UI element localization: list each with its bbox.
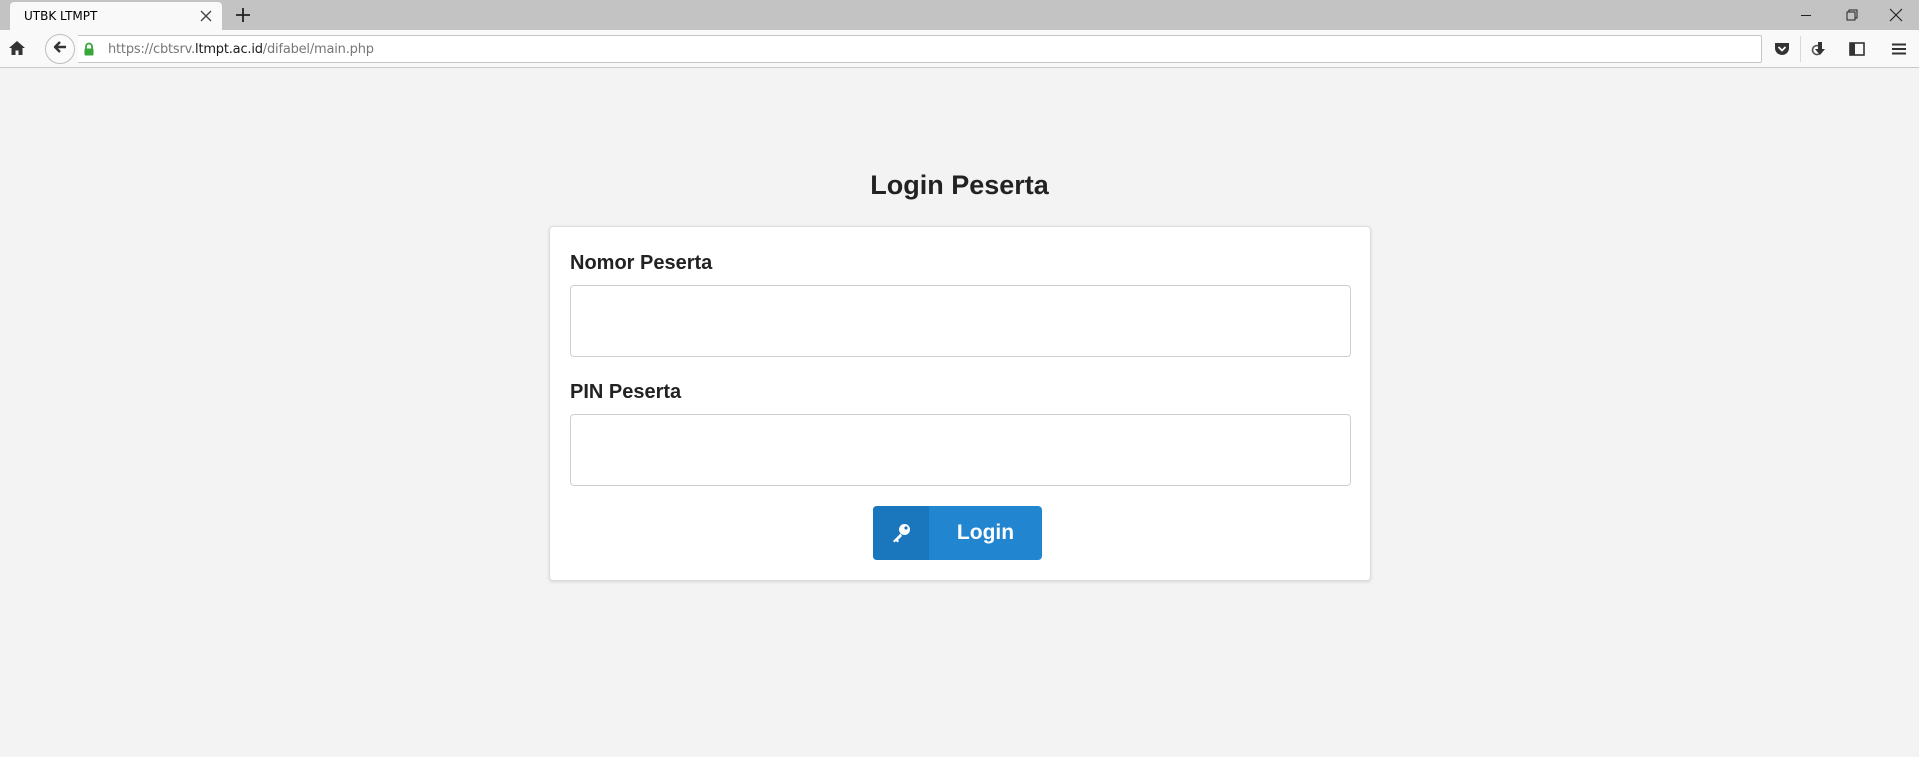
url-separator [1800, 36, 1801, 62]
login-button[interactable]: Login [873, 506, 1042, 560]
home-icon[interactable] [6, 38, 30, 60]
menu-icon[interactable] [1887, 38, 1911, 60]
tab-title: UTBK LTMPT [24, 9, 98, 23]
url-path: /difabel/main.php [262, 42, 374, 57]
lock-icon [82, 42, 96, 56]
url-host: ltmpt.ac.id [195, 42, 263, 57]
browser-tab-bar: UTBK LTMPT [0, 0, 1919, 30]
tab-close-icon[interactable] [198, 8, 214, 24]
pin-peserta-input[interactable] [570, 414, 1351, 486]
download-icon[interactable] [1808, 38, 1832, 60]
pocket-icon[interactable] [1770, 38, 1794, 60]
key-icon [873, 506, 929, 560]
url-text: https://cbtsrv.ltmpt.ac.id/difabel/main.… [108, 42, 374, 57]
browser-tab[interactable]: UTBK LTMPT [10, 2, 222, 30]
restore-icon[interactable] [1832, 0, 1872, 30]
pin-peserta-label: PIN Peserta [570, 381, 682, 403]
login-button-label: Login [956, 521, 1015, 544]
browser-nav-bar: https://cbtsrv.ltmpt.ac.id/difabel/main.… [0, 30, 1919, 68]
nomor-peserta-input[interactable] [570, 285, 1351, 357]
back-arrow-icon [51, 38, 69, 61]
login-card: Nomor Peserta PIN Peserta Login [549, 226, 1371, 581]
page-title: Login Peserta [870, 170, 1049, 200]
sidebar-icon[interactable] [1845, 38, 1869, 60]
nomor-peserta-label: Nomor Peserta [570, 252, 713, 274]
url-prefix: https://cbtsrv. [108, 42, 196, 57]
close-window-icon[interactable] [1876, 0, 1916, 30]
url-bar[interactable]: https://cbtsrv.ltmpt.ac.id/difabel/main.… [78, 35, 1823, 63]
minimize-icon[interactable] [1786, 0, 1826, 30]
back-button[interactable] [45, 34, 75, 64]
new-tab-icon[interactable] [233, 5, 253, 25]
